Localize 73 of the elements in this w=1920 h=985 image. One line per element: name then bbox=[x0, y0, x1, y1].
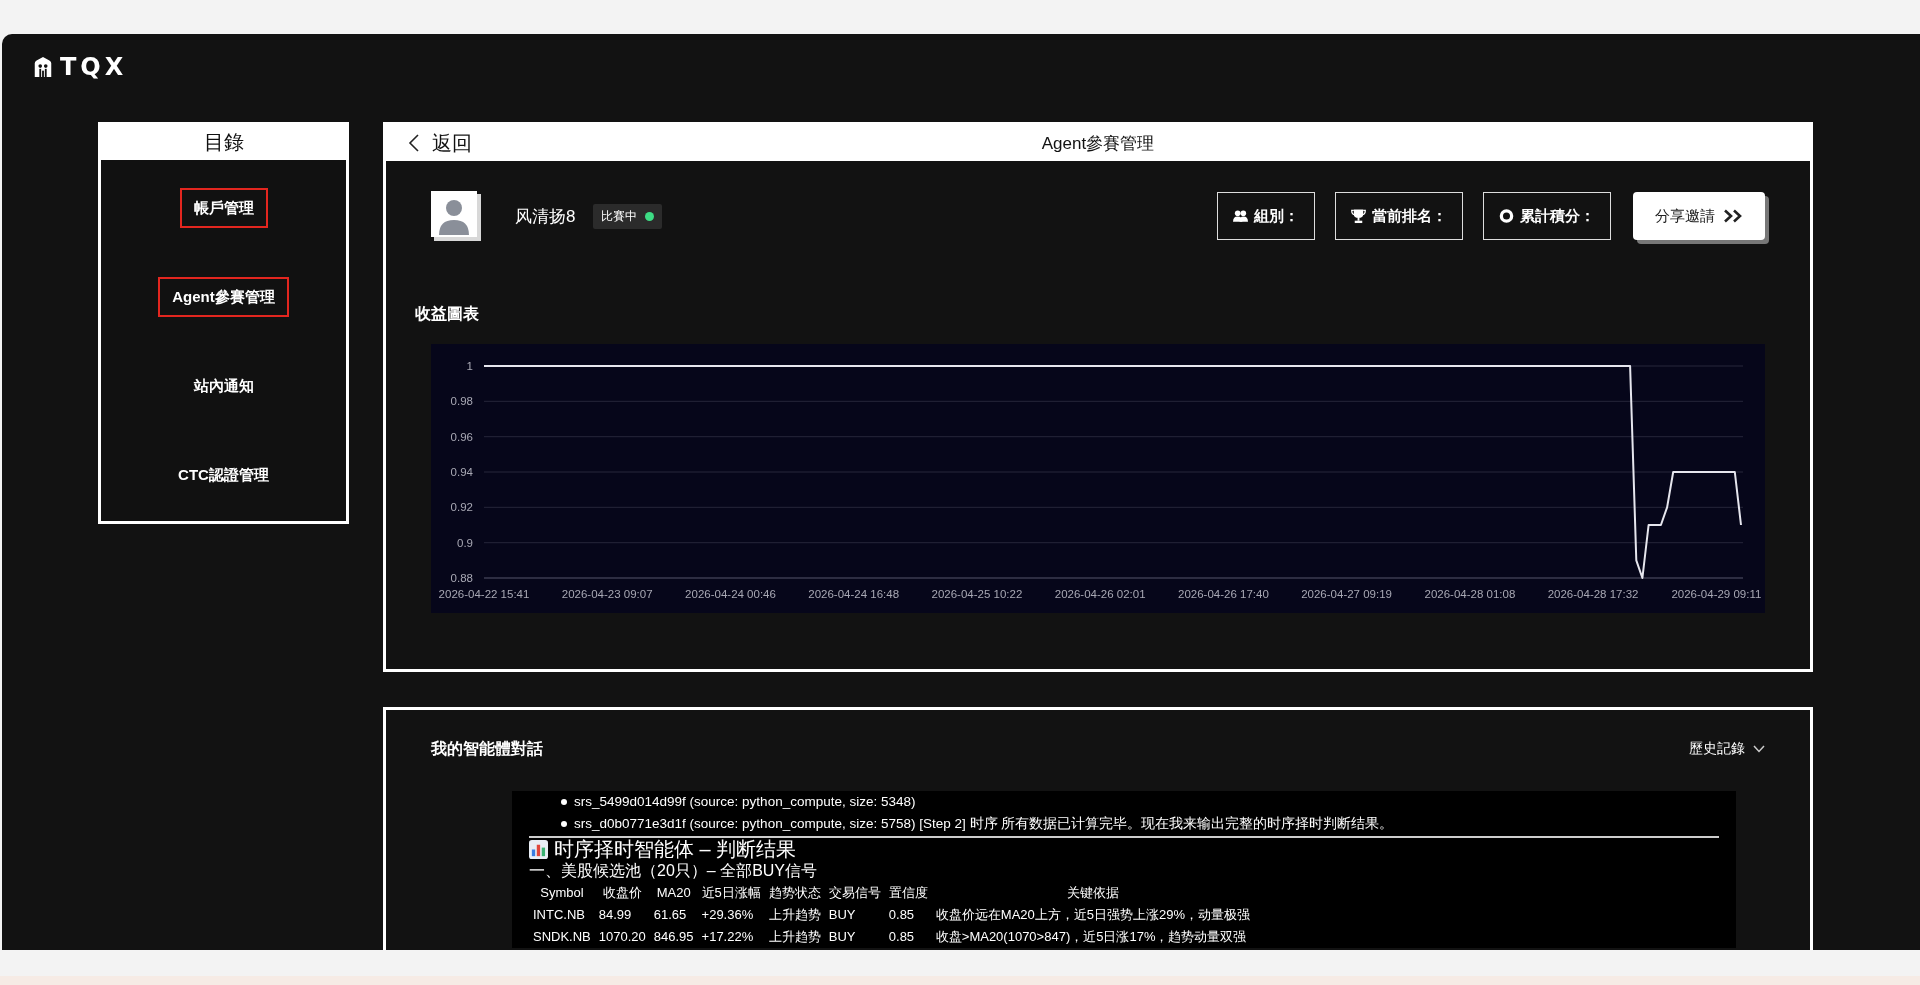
x-axis-label: 2026-04-25 10:22 bbox=[931, 588, 1023, 600]
table-cell-text: SNDK.NB bbox=[532, 928, 592, 946]
table-cell-text: INTC.NB bbox=[532, 906, 586, 924]
chevron-down-icon bbox=[1753, 745, 1765, 753]
x-axis-label: 2026-04-24 00:46 bbox=[685, 588, 776, 600]
y-axis-label: 0.94 bbox=[450, 466, 473, 478]
table-cell-text: 收盘>MA20(1070>847)，近5日涨17%，趋势动量双强 bbox=[934, 928, 1248, 946]
trophy-icon bbox=[1351, 208, 1366, 224]
y-axis-label: 0.88 bbox=[450, 572, 473, 584]
sidebar-item[interactable]: 帳戶管理 bbox=[179, 188, 268, 228]
table-cell-text: 61.65 bbox=[652, 906, 688, 924]
message-text: srs_d0b0771e3d1f (source: python_compute, size: 5758) [Step 2] 时序 所有数据已计算完毕。现在我来输出完整的时序择时判断结果。 bbox=[574, 815, 1394, 833]
history-button[interactable]: 歷史記錄 bbox=[1689, 740, 1765, 758]
table-cell-text: 上升趋势 bbox=[767, 928, 822, 946]
table-header: 关键依据 bbox=[1065, 884, 1120, 902]
table-header: Symbol bbox=[539, 884, 585, 902]
x-axis-label: 2026-04-28 17:32 bbox=[1547, 588, 1639, 600]
table-header: 收盘价 bbox=[601, 884, 643, 902]
stat-label: 組別： bbox=[1254, 206, 1299, 226]
result-heading: 时序择时智能体 – 判断结果 bbox=[554, 838, 797, 860]
sidebar-title: 目錄 bbox=[101, 125, 346, 160]
table-cell-text: 上升趋势 bbox=[767, 906, 822, 924]
table-cell-text: BUY bbox=[827, 928, 857, 946]
message-text: srs_5499d014d99f (source: python_compute, size: 5348) bbox=[574, 793, 916, 811]
bullet-icon bbox=[561, 821, 567, 827]
people-icon bbox=[1233, 208, 1248, 224]
table-header: MA20 bbox=[655, 884, 692, 902]
conversation-title: 我的智能體對話 bbox=[431, 739, 543, 759]
result-subheading: 一、美股候选池（20只）– 全部BUY信号 bbox=[529, 861, 819, 881]
chevron-left-icon bbox=[408, 134, 420, 152]
x-axis-label: 2026-04-29 09:11 bbox=[1671, 588, 1762, 600]
y-axis-label: 0.96 bbox=[450, 430, 473, 443]
y-axis-label: 0.98 bbox=[450, 395, 473, 408]
sidebar-item[interactable]: Agent參賽管理 bbox=[158, 277, 289, 317]
chart-title: 收益圖表 bbox=[415, 304, 480, 324]
table-header: 置信度 bbox=[887, 884, 929, 902]
page-title: Agent參賽管理 bbox=[1041, 132, 1155, 155]
ring-icon bbox=[1499, 208, 1514, 224]
table-cell-text: 收盘价远在MA20上方，近5日强势上涨29%，动量极强 bbox=[934, 906, 1251, 924]
status-text: 比賽中 bbox=[601, 207, 638, 225]
y-axis-label: 1 bbox=[466, 360, 473, 372]
table-cell-text: +29.36% bbox=[700, 906, 755, 924]
table-header: 近5日涨幅 bbox=[700, 884, 762, 902]
table-cell-text: 1070.20 bbox=[597, 928, 647, 946]
logo-icon bbox=[32, 56, 54, 78]
bullet-icon bbox=[561, 799, 567, 805]
stat-label: 累計積分： bbox=[1520, 206, 1595, 226]
x-axis-label: 2026-04-27 09:19 bbox=[1301, 588, 1392, 600]
table-cell-text: 84.99 bbox=[597, 906, 633, 924]
table-cell-text: 0.85 bbox=[887, 928, 916, 946]
table-cell-text: 0.85 bbox=[887, 906, 916, 924]
table-header: 交易信号 bbox=[827, 884, 882, 902]
stat-label: 當前排名： bbox=[1372, 206, 1447, 226]
y-axis-label: 0.92 bbox=[450, 501, 473, 514]
table-header: 趋势状态 bbox=[767, 884, 822, 902]
y-axis-label: 0.9 bbox=[457, 536, 473, 549]
table-cell-text: +17.22% bbox=[700, 928, 755, 946]
table-cell-text: 846.95 bbox=[652, 928, 695, 946]
x-axis-label: 2026-04-26 17:40 bbox=[1178, 588, 1269, 600]
x-axis-label: 2026-04-28 01:08 bbox=[1424, 588, 1516, 600]
sidebar-item[interactable]: CTC認證管理 bbox=[164, 455, 283, 495]
user-name: 风清扬8 bbox=[515, 205, 576, 228]
x-axis-label: 2026-04-26 02:01 bbox=[1054, 588, 1146, 600]
bar-chart-icon bbox=[529, 839, 548, 859]
x-axis-label: 2026-04-24 16:48 bbox=[808, 588, 900, 600]
sidebar-item[interactable]: 站內通知 bbox=[179, 366, 268, 406]
logo-text: TQX bbox=[60, 56, 128, 78]
table-cell-text: BUY bbox=[827, 906, 857, 924]
x-axis-label: 2026-04-22 15:41 bbox=[438, 588, 530, 600]
x-axis-label: 2026-04-23 09:07 bbox=[561, 588, 653, 600]
avatar-silhouette bbox=[431, 191, 481, 241]
double-chevron-icon bbox=[1723, 209, 1743, 223]
back-button[interactable]: 返回 bbox=[408, 129, 472, 157]
